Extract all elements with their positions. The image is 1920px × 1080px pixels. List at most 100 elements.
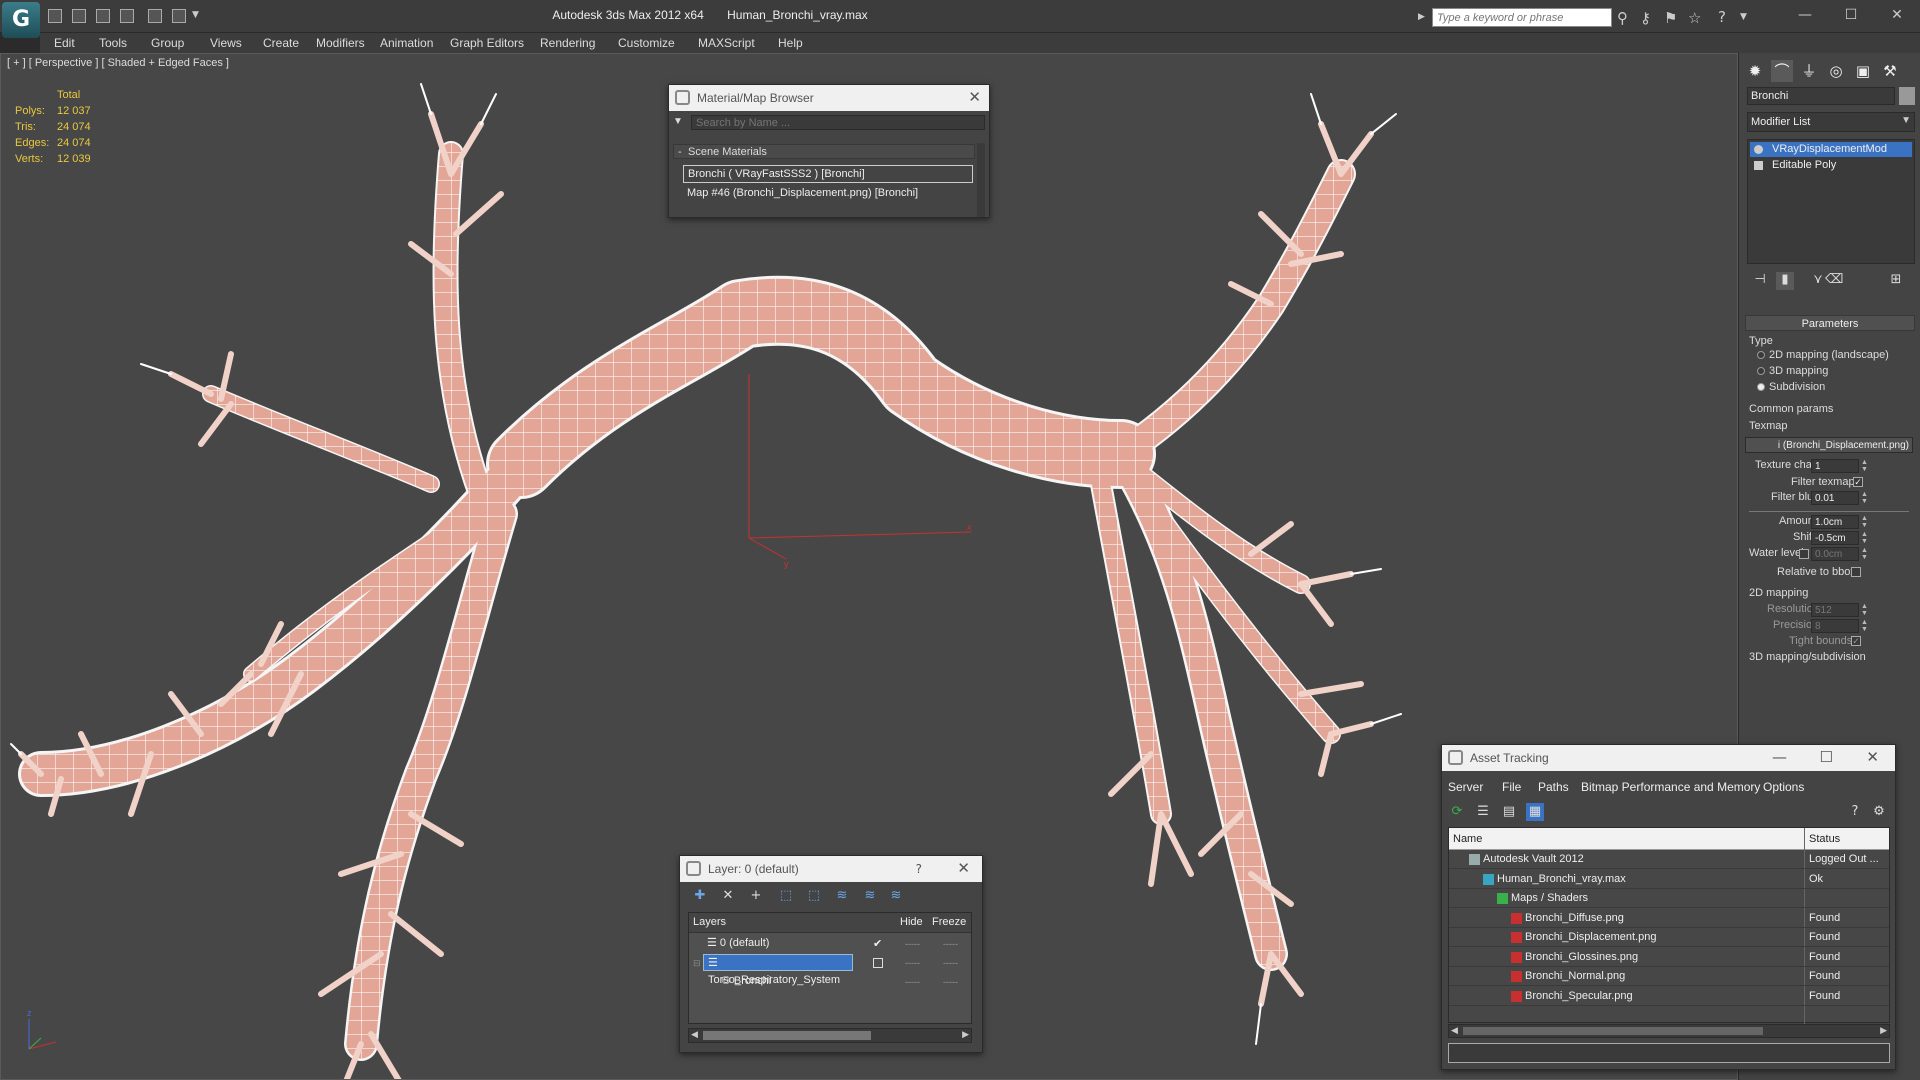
utilities-tab-icon[interactable]: ⚒ xyxy=(1879,60,1901,82)
radio-3d-mapping[interactable] xyxy=(1757,367,1765,375)
freeze-all-layers-icon[interactable]: ≋ xyxy=(886,888,906,906)
expand-icon[interactable] xyxy=(1754,161,1763,170)
shift-field[interactable]: -0.5cm xyxy=(1811,531,1859,545)
menu-help[interactable]: Help xyxy=(778,36,803,50)
radio-2d-mapping[interactable] xyxy=(1757,351,1765,359)
radio-subdivision[interactable] xyxy=(1757,383,1765,391)
resolution-spinner[interactable]: ▲ ▼ xyxy=(1861,603,1868,617)
hide-toggle[interactable]: ----- xyxy=(905,973,920,992)
amount-field[interactable]: 1.0cm xyxy=(1811,515,1859,529)
asset-row[interactable]: Human_Bronchi_vray.max Ok xyxy=(1449,870,1889,889)
filter-dropdown-icon[interactable]: ▼ xyxy=(673,116,683,127)
vault-help-icon[interactable]: ? xyxy=(1846,803,1864,821)
current-layer-check-icon[interactable]: ✔ xyxy=(873,935,882,954)
thumbnail-view-icon[interactable]: ▤ xyxy=(1500,803,1518,821)
col-name[interactable]: Name xyxy=(1453,833,1482,845)
highlight-layer-icon[interactable]: ≋ xyxy=(832,888,852,906)
filter-blur-field[interactable]: 0.01 xyxy=(1811,491,1859,505)
menu-rendering[interactable]: Rendering xyxy=(540,36,595,50)
shift-spinner[interactable]: ▲ ▼ xyxy=(1861,531,1868,545)
menu-tools[interactable]: Tools xyxy=(99,36,127,50)
dialog-title-bar[interactable]: Layer: 0 (default) ? ✕ xyxy=(680,856,982,882)
delete-layer-icon[interactable]: ✕ xyxy=(718,888,738,906)
col-freeze[interactable]: Freeze xyxy=(932,916,966,928)
tight-bounds-checkbox[interactable]: ✓ xyxy=(1851,636,1861,646)
precision-spinner[interactable]: ▲ ▼ xyxy=(1861,619,1868,633)
search-input[interactable] xyxy=(1432,8,1612,27)
modifier-stack[interactable]: VRayDisplacementMod Editable Poly xyxy=(1747,139,1915,264)
layer-row-default[interactable]: ☰ 0 (default) ✔ ----- ----- xyxy=(689,935,971,954)
stack-item-editable-poly[interactable]: Editable Poly xyxy=(1750,158,1912,173)
asset-row[interactable]: Bronchi_Normal.png Found xyxy=(1449,967,1889,986)
scroll-left-icon[interactable]: ◀ xyxy=(1451,1025,1458,1036)
menu-paths[interactable]: Paths xyxy=(1538,780,1569,794)
select-layer-icon[interactable]: ⬚ xyxy=(804,888,824,906)
freeze-toggle[interactable]: ----- xyxy=(943,935,958,954)
filter-blur-spinner[interactable]: ▲ ▼ xyxy=(1861,491,1868,505)
hide-toggle[interactable]: ----- xyxy=(905,935,920,954)
new-layer-icon[interactable]: ✚ xyxy=(690,888,710,906)
horizontal-scrollbar[interactable]: ◀ ▶ xyxy=(688,1028,972,1043)
create-tab-icon[interactable]: ✹ xyxy=(1744,60,1766,82)
menu-create[interactable]: Create xyxy=(263,36,299,50)
search-by-name-input[interactable] xyxy=(691,115,985,130)
minimize-icon[interactable]: — xyxy=(1772,748,1787,766)
col-hide[interactable]: Hide xyxy=(900,916,923,928)
communication-icon[interactable]: ⚑ xyxy=(1664,9,1677,27)
menu-bitmap-performance[interactable]: Bitmap Performance and Memory xyxy=(1581,780,1760,794)
asset-row[interactable]: Bronchi_Specular.png Found xyxy=(1449,987,1889,1006)
menu-file[interactable]: File xyxy=(1502,780,1521,794)
resolution-field[interactable]: 512 xyxy=(1811,603,1859,617)
menu-modifiers[interactable]: Modifiers xyxy=(316,36,365,50)
freeze-toggle[interactable]: ----- xyxy=(943,954,958,973)
table-view-icon[interactable]: ▦ xyxy=(1526,803,1544,821)
scrollbar[interactable] xyxy=(977,143,985,217)
amount-spinner[interactable]: ▲ ▼ xyxy=(1861,515,1868,529)
select-objects-icon[interactable]: ⬚ xyxy=(776,888,796,906)
parameters-rollout-header[interactable]: Parameters xyxy=(1745,315,1915,331)
col-layers[interactable]: Layers xyxy=(693,916,726,928)
minimize-icon[interactable]: — xyxy=(1782,4,1828,26)
precision-field[interactable]: 8 xyxy=(1811,619,1859,633)
object-color-swatch[interactable] xyxy=(1899,87,1915,105)
set-current-layer-icon[interactable] xyxy=(873,958,883,968)
show-end-result-icon[interactable]: ▮ xyxy=(1776,272,1794,290)
object-name-field[interactable]: Bronchi xyxy=(1747,87,1895,105)
modifier-list-dropdown[interactable]: Modifier List ▼ xyxy=(1747,112,1915,132)
modify-tab-icon[interactable]: ⌒ xyxy=(1771,60,1793,82)
scroll-left-icon[interactable]: ◀ xyxy=(691,1029,698,1040)
menu-views[interactable]: Views xyxy=(210,36,242,50)
menu-graph-editors[interactable]: Graph Editors xyxy=(450,36,524,50)
menu-server[interactable]: Server xyxy=(1448,780,1483,794)
relative-bbox-checkbox[interactable] xyxy=(1851,567,1861,577)
water-level-spinner[interactable]: ▲ ▼ xyxy=(1861,547,1868,561)
asset-row[interactable]: Maps / Shaders xyxy=(1449,889,1889,908)
help-dropdown-icon[interactable]: ▼ xyxy=(1740,12,1747,22)
scroll-right-icon[interactable]: ▶ xyxy=(1880,1025,1887,1036)
scene-materials-group[interactable]: - Scene Materials xyxy=(673,144,975,159)
asset-row[interactable]: Bronchi_Displacement.png Found xyxy=(1449,928,1889,947)
dialog-title-bar[interactable]: Asset Tracking — ☐ ✕ xyxy=(1442,745,1895,771)
help-icon[interactable]: ? xyxy=(916,862,922,876)
close-icon[interactable]: ✕ xyxy=(968,88,981,106)
add-to-layer-icon[interactable]: + xyxy=(746,888,766,906)
horizontal-scrollbar[interactable]: ◀ ▶ xyxy=(1448,1024,1890,1038)
close-icon[interactable]: ✕ xyxy=(1874,4,1920,26)
layer-row-torso[interactable]: ⊟ ☰ Torso_Respiratory_System ----- ----- xyxy=(689,954,971,986)
close-icon[interactable]: ✕ xyxy=(957,859,970,877)
menu-options[interactable]: Options xyxy=(1763,780,1804,794)
hide-all-layers-icon[interactable]: ≋ xyxy=(860,888,880,906)
help-icon[interactable]: ? xyxy=(1718,8,1726,26)
asset-row[interactable]: Bronchi_Glossines.png Found xyxy=(1449,948,1889,967)
hierarchy-tab-icon[interactable]: ⏚ xyxy=(1798,60,1820,82)
lightbulb-icon[interactable] xyxy=(1754,145,1763,154)
asset-row[interactable]: Bronchi_Diffuse.png Found xyxy=(1449,909,1889,928)
water-level-field[interactable]: 0.0cm xyxy=(1811,547,1859,561)
map-item[interactable]: Map #46 (Bronchi_Displacement.png) [Bron… xyxy=(683,185,973,203)
key-icon[interactable]: ⚷ xyxy=(1640,9,1651,27)
settings-icon[interactable]: ⚙ xyxy=(1870,803,1888,821)
texture-chan-spinner[interactable]: ▲ ▼ xyxy=(1861,459,1868,473)
pin-stack-icon[interactable]: ⊣ xyxy=(1751,272,1769,290)
list-view-icon[interactable]: ☰ xyxy=(1474,803,1492,821)
configure-sets-icon[interactable]: ⊞ xyxy=(1887,272,1905,290)
